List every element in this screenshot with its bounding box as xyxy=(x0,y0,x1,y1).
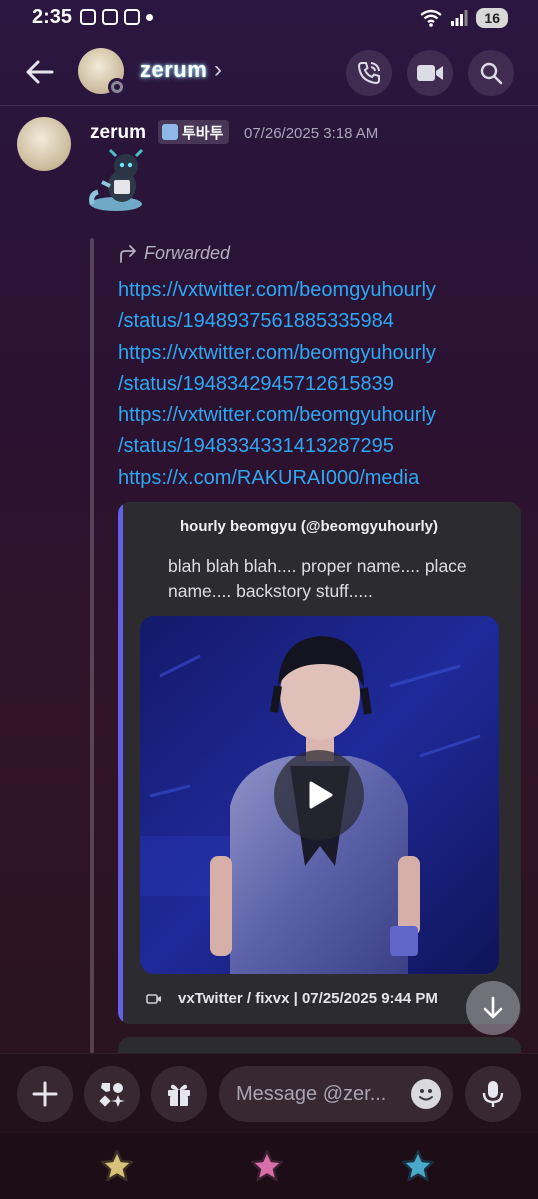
link-line[interactable]: /status/1948342945712615839 xyxy=(118,369,508,400)
link-line[interactable]: https://vxtwitter.com/beomgyuhourly xyxy=(118,275,508,306)
home-star-icon[interactable] xyxy=(249,1149,285,1183)
add-attachment-button[interactable] xyxy=(17,1066,73,1122)
message-author-name[interactable]: zerum xyxy=(90,122,146,144)
battery-indicator: 16 xyxy=(476,8,508,28)
more-notifications-dot-icon xyxy=(146,14,153,21)
server-tag-badge[interactable]: 투바투 xyxy=(158,120,230,144)
play-button[interactable] xyxy=(274,750,364,840)
message-composer: Message @zer... xyxy=(0,1053,538,1133)
apps-button[interactable] xyxy=(84,1066,140,1122)
server-tag-icon xyxy=(162,124,178,140)
chevron-right-icon[interactable]: › xyxy=(214,56,222,84)
clipboard-notification-icon xyxy=(124,9,140,25)
gift-button[interactable] xyxy=(151,1066,207,1122)
phone-icon xyxy=(357,62,380,85)
back-arrow-icon[interactable] xyxy=(22,54,58,90)
notification-icons xyxy=(80,9,153,25)
emoji-button[interactable] xyxy=(411,1079,441,1109)
header-username[interactable]: zerum xyxy=(140,57,207,83)
embed-description: blah blah blah.... proper name.... place… xyxy=(168,556,467,601)
message-author-avatar[interactable] xyxy=(17,117,71,171)
link-line[interactable]: https://x.com/RAKURAI000/media xyxy=(118,463,508,494)
link-embed-card: hourly beomgyu (@beomgyuhourly) blah bla… xyxy=(118,502,521,1024)
embed-footer-text: vxTwitter / fixvx | 07/25/2025 9:44 PM xyxy=(178,990,438,1007)
jump-to-bottom-button[interactable] xyxy=(466,981,520,1035)
embed-accent-bar xyxy=(118,502,123,1024)
recents-star-icon[interactable] xyxy=(99,1149,135,1183)
message-input[interactable]: Message @zer... xyxy=(219,1066,453,1122)
video-camera-icon xyxy=(417,65,443,81)
system-navigation-bar xyxy=(0,1133,538,1199)
message-timestamp: 07/26/2025 3:18 AM xyxy=(244,125,379,142)
system-status: 16 xyxy=(420,8,508,28)
forward-quote-bar xyxy=(90,238,94,1053)
discord-notification-icon xyxy=(102,9,118,25)
apps-sparkle-icon xyxy=(99,1083,125,1107)
voice-message-button[interactable] xyxy=(465,1066,521,1122)
embed-video-thumbnail[interactable] xyxy=(140,616,499,974)
server-tag-label: 투바투 xyxy=(182,124,224,142)
search-icon xyxy=(480,62,503,85)
voice-call-button[interactable] xyxy=(346,50,392,96)
embed-author[interactable]: hourly beomgyu (@beomgyuhourly) xyxy=(180,518,438,535)
video-icon xyxy=(146,993,161,1004)
search-button[interactable] xyxy=(468,50,514,96)
status-bar: 2:35 16 xyxy=(0,0,538,36)
sticker-creature-icon[interactable] xyxy=(88,146,150,214)
smiley-face-icon xyxy=(419,1089,433,1101)
plus-icon xyxy=(32,1081,58,1107)
link-list: https://vxtwitter.com/beomgyuhourly /sta… xyxy=(118,275,508,494)
forwarded-text: Forwarded xyxy=(144,243,231,263)
app-notification-icon xyxy=(80,9,96,25)
microphone-icon xyxy=(482,1081,504,1107)
status-time: 2:35 xyxy=(32,6,73,28)
link-line[interactable]: /status/1948937561885335984 xyxy=(118,306,508,337)
wifi-icon xyxy=(420,9,443,27)
forward-arrow-icon xyxy=(120,244,136,263)
gift-icon xyxy=(168,1084,190,1106)
signal-icon xyxy=(451,10,468,26)
embed-footer: vxTwitter / fixvx | 07/25/2025 9:44 PM xyxy=(146,990,438,1007)
dm-header: zerum › xyxy=(0,40,538,106)
link-line[interactable]: /status/1948334331413287295 xyxy=(118,431,508,462)
message-input-placeholder: Message @zer... xyxy=(236,1083,387,1105)
link-line[interactable]: https://vxtwitter.com/beomgyuhourly xyxy=(118,338,508,369)
arrow-down-icon xyxy=(483,996,503,1019)
forwarded-label: Forwarded xyxy=(118,243,230,264)
link-line[interactable]: https://vxtwitter.com/beomgyuhourly xyxy=(118,400,508,431)
video-call-button[interactable] xyxy=(407,50,453,96)
offline-status-icon xyxy=(108,78,126,96)
back-star-icon[interactable] xyxy=(400,1149,436,1183)
play-icon xyxy=(309,781,333,809)
